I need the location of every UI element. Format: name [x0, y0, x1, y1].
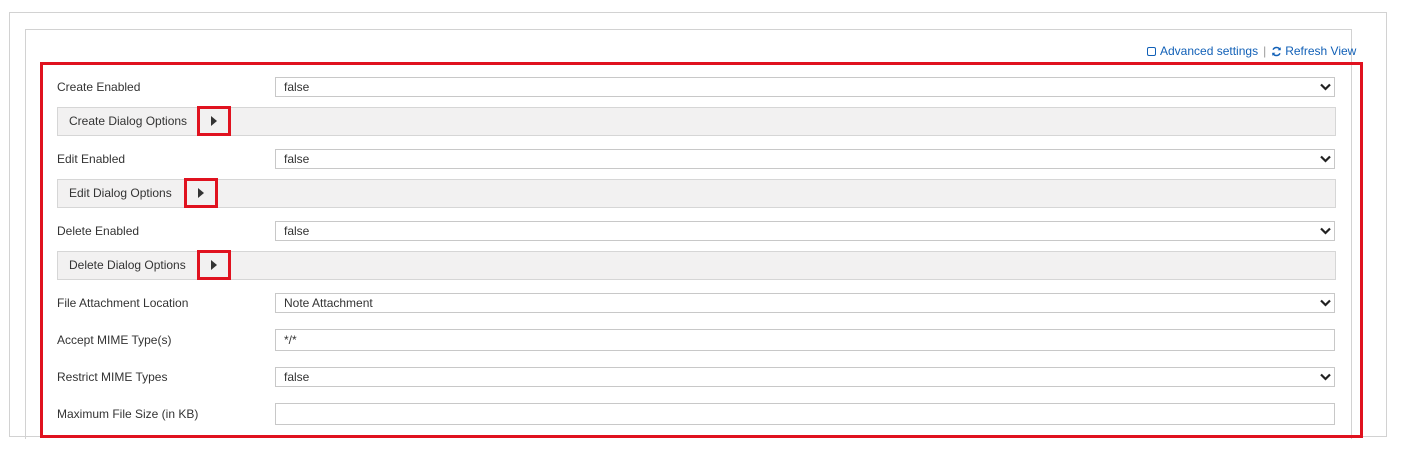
file-attachment-location-row: File Attachment Location Note Attachment [57, 293, 1335, 313]
maximum-file-size-label: Maximum File Size (in KB) [57, 407, 199, 421]
edit-dialog-options-label: Edit Dialog Options [69, 186, 172, 200]
delete-enabled-label: Delete Enabled [57, 224, 140, 238]
maximum-file-size-input[interactable] [275, 403, 1335, 425]
chevron-down-icon[interactable] [1316, 78, 1334, 96]
chevron-down-icon[interactable] [1316, 294, 1334, 312]
maximum-file-size-row: Maximum File Size (in KB) [57, 403, 1335, 425]
delete-enabled-value: false [284, 224, 310, 238]
refresh-view-label: Refresh View [1285, 44, 1357, 58]
create-enabled-select[interactable]: false [275, 77, 1335, 97]
chevron-down-icon[interactable] [1316, 150, 1334, 168]
refresh-view-link[interactable]: Refresh View [1271, 44, 1356, 58]
create-dialog-options-section[interactable]: Create Dialog Options [57, 106, 1336, 136]
expand-arrow-icon[interactable] [197, 106, 231, 136]
delete-dialog-options-section[interactable]: Delete Dialog Options [57, 250, 1336, 280]
accept-mime-types-input[interactable]: */* [275, 329, 1335, 351]
edit-enabled-row: Edit Enabled false [57, 149, 1335, 169]
chevron-down-icon[interactable] [1316, 222, 1334, 240]
restrict-mime-types-row: Restrict MIME Types false [57, 367, 1335, 387]
toolbar-separator: | [1263, 44, 1267, 58]
delete-enabled-select[interactable]: false [275, 221, 1335, 241]
advanced-settings-link[interactable]: Advanced settings [1147, 44, 1258, 58]
advanced-settings-label: Advanced settings [1160, 44, 1259, 58]
create-enabled-value: false [284, 80, 310, 94]
restrict-mime-types-select[interactable]: false [275, 367, 1335, 387]
file-attachment-location-select[interactable]: Note Attachment [275, 293, 1335, 313]
create-enabled-row: Create Enabled false [57, 77, 1335, 97]
file-attachment-location-label: File Attachment Location [57, 296, 189, 310]
create-enabled-label: Create Enabled [57, 80, 141, 94]
accept-mime-types-value: */* [284, 333, 297, 347]
file-attachment-location-value: Note Attachment [284, 296, 373, 310]
delete-dialog-options-label: Delete Dialog Options [69, 258, 186, 272]
expand-arrow-icon[interactable] [184, 178, 218, 208]
chevron-down-icon[interactable] [1316, 368, 1334, 386]
edit-enabled-label: Edit Enabled [57, 152, 126, 166]
accept-mime-types-row: Accept MIME Type(s) */* [57, 329, 1335, 351]
restrict-mime-types-value: false [284, 370, 310, 384]
view-toolbar: Advanced settings | Refresh View [1147, 43, 1356, 59]
edit-dialog-options-section[interactable]: Edit Dialog Options [57, 178, 1336, 208]
create-dialog-options-label: Create Dialog Options [69, 114, 188, 128]
expand-arrow-icon[interactable] [197, 250, 231, 280]
delete-enabled-row: Delete Enabled false [57, 221, 1335, 241]
checkbox-icon[interactable] [1147, 46, 1156, 56]
accept-mime-types-label: Accept MIME Type(s) [57, 333, 172, 347]
edit-enabled-select[interactable]: false [275, 149, 1335, 169]
restrict-mime-types-label: Restrict MIME Types [57, 370, 168, 384]
edit-enabled-value: false [284, 152, 310, 166]
refresh-icon [1271, 46, 1282, 57]
